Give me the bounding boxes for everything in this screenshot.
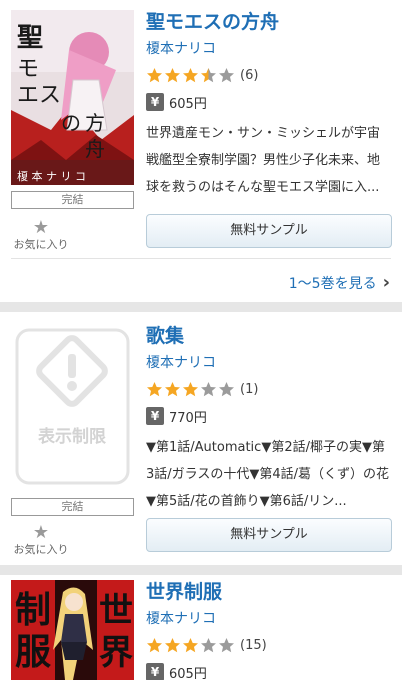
svg-text:ス: ス (39, 83, 61, 108)
rating-stars (146, 381, 236, 398)
star-icon (219, 381, 234, 396)
price-value: 605円 (169, 96, 207, 112)
view-volumes-label: 1〜5巻を見る (288, 275, 377, 292)
favorite-button[interactable]: ★ お気に入り (11, 523, 71, 557)
book-title[interactable]: 歌集 (146, 324, 392, 348)
rating: (15) (146, 636, 392, 654)
book-item-1: 聖 モ エ ス の 方 舟 榎 本 ナ リ コ 完結 ★ お気に入り 聖モエスの… (0, 0, 402, 302)
book-info: 世界制服 榎本ナリコ (15) ¥ 605円 (146, 580, 392, 680)
star-icon (147, 381, 162, 396)
svg-text:舟: 舟 (85, 137, 105, 161)
section-separator (0, 302, 402, 312)
star-icon (183, 637, 198, 652)
star-icon (165, 637, 180, 652)
section-separator (0, 565, 402, 575)
book-item-2: 表示制限 完結 ★ お気に入り 歌集 榎本ナリコ (1) ¥ 770円 ▼第1話… (0, 312, 402, 565)
rating-count: (6) (240, 67, 259, 83)
star-icon (165, 381, 180, 396)
star-icon (201, 381, 216, 396)
book-cover[interactable]: 制 服 世 界 (11, 580, 134, 680)
price-value: 605円 (169, 666, 207, 680)
star-icon (183, 381, 198, 396)
free-sample-button[interactable]: 無料サンプル (146, 518, 392, 552)
book-info: 聖モエスの方舟 榎本ナリコ (6) ¥ 605円 世界遺産モン・サン・ミッシェル… (146, 10, 392, 201)
book-item-3: 制 服 世 界 世界制服 榎本ナリコ (15) ¥ 605円 (0, 575, 402, 680)
status-badge: 完結 (11, 498, 134, 516)
svg-text:服: 服 (15, 632, 51, 673)
favorite-label: お気に入り (13, 543, 69, 556)
book-author[interactable]: 榎本ナリコ (146, 610, 392, 628)
favorite-label: お気に入り (13, 238, 69, 251)
divider (11, 258, 391, 259)
free-sample-button[interactable]: 無料サンプル (146, 214, 392, 248)
rating-stars (146, 637, 236, 654)
svg-text:制: 制 (15, 590, 51, 631)
yen-icon: ¥ (146, 93, 164, 111)
svg-text:モ: モ (17, 57, 39, 82)
book-title[interactable]: 聖モエスの方舟 (146, 10, 392, 34)
rating-count: (15) (240, 637, 267, 653)
price: ¥ 770円 (146, 406, 392, 426)
book-left-col: 聖 モ エ ス の 方 舟 榎 本 ナ リ コ 完結 ★ お気に入り (11, 10, 134, 252)
svg-text:界: 界 (99, 633, 133, 673)
favorite-button[interactable]: ★ お気に入り (11, 218, 71, 252)
book-description: ▼第1話/Automatic▼第2話/椰子の実▼第3話/ガラスの十代▼第4話/葛… (146, 440, 390, 509)
star-icon (201, 67, 216, 82)
yen-icon: ¥ (146, 407, 164, 425)
rating-stars (146, 67, 236, 84)
star-icon (147, 67, 162, 82)
price: ¥ 605円 (146, 92, 392, 112)
book-info: 歌集 榎本ナリコ (1) ¥ 770円 ▼第1話/Automatic▼第2話/椰… (146, 324, 392, 515)
yen-icon: ¥ (146, 663, 164, 680)
star-icon (183, 67, 198, 82)
star-icon (219, 67, 234, 82)
svg-text:表示制限: 表示制限 (38, 426, 106, 447)
star-icon: ★ (32, 522, 50, 543)
rating: (1) (146, 380, 392, 398)
star-icon (201, 637, 216, 652)
svg-text:世: 世 (99, 591, 133, 631)
rating: (6) (146, 66, 392, 84)
book-cover-placeholder[interactable]: 表示制限 (11, 324, 134, 489)
svg-text:聖: 聖 (17, 23, 43, 53)
book-title[interactable]: 世界制服 (146, 580, 392, 604)
book-author[interactable]: 榎本ナリコ (146, 40, 392, 58)
rating-count: (1) (240, 381, 259, 397)
book-left-col: 表示制限 完結 ★ お気に入り (11, 324, 134, 557)
view-volumes-link[interactable]: 1〜5巻を見る › (289, 272, 390, 293)
book-left-col: 制 服 世 界 (11, 580, 134, 680)
star-icon (165, 67, 180, 82)
price: ¥ 605円 (146, 662, 392, 680)
price-value: 770円 (169, 410, 207, 426)
chevron-right-icon: › (382, 272, 390, 293)
svg-text:の: の (61, 111, 81, 135)
status-badge: 完結 (11, 191, 134, 209)
svg-text:エ: エ (17, 83, 39, 108)
star-icon (219, 637, 234, 652)
star-icon: ★ (32, 217, 50, 238)
book-description: 世界遺産モン・サン・ミッシェルが宇宙戦艦型全寮制学園？男性少子化未来、地球を救う… (146, 126, 381, 195)
star-icon (147, 637, 162, 652)
svg-text:方: 方 (85, 111, 105, 135)
svg-text:榎 本 ナ リ コ: 榎 本 ナ リ コ (17, 169, 86, 183)
book-cover[interactable]: 聖 モ エ ス の 方 舟 榎 本 ナ リ コ (11, 10, 134, 185)
book-author[interactable]: 榎本ナリコ (146, 354, 392, 372)
